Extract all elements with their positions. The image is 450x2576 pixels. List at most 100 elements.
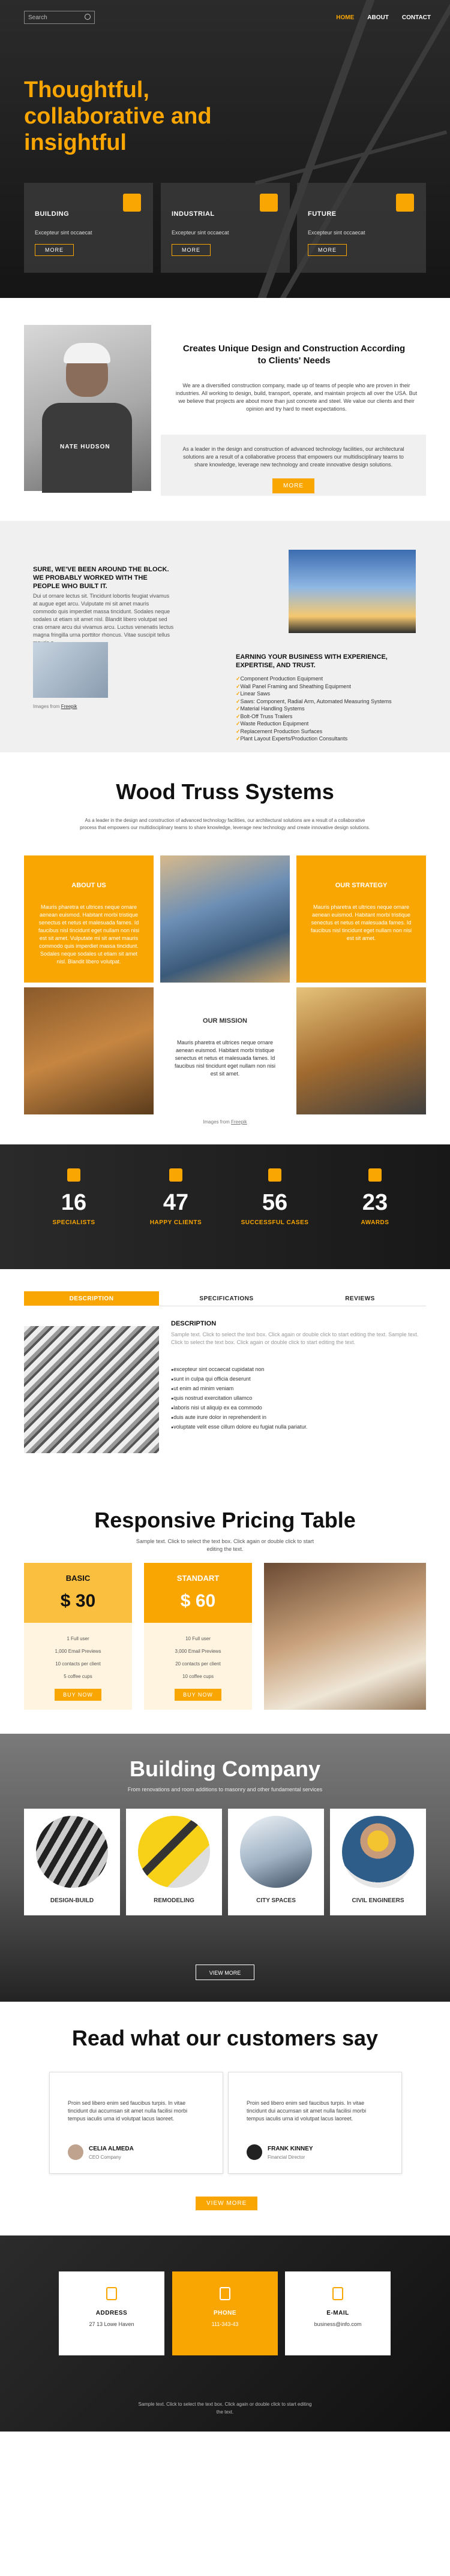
service-label: REMODELING — [154, 1897, 194, 1904]
pricing-title: Responsive Pricing Table — [94, 1508, 356, 1532]
contact-value[interactable]: business@info.com — [285, 2321, 391, 2327]
list-item: Saws: Component, Radial Arm, Automated M… — [236, 698, 392, 706]
hero-card-future: FUTURE Excepteur sint occaecat MORE — [297, 183, 426, 273]
list-item: Waste Reduction Equipment — [236, 720, 392, 728]
plan-price: $ 30 — [60, 1591, 96, 1611]
about-section: NATE HUDSON Creates Unique Design and Co… — [0, 298, 450, 521]
wood-title: Wood Truss Systems — [116, 779, 334, 804]
plan-features: 10 Full user 3,000 Email Previews 20 con… — [144, 1632, 252, 1683]
plan-feature: 5 coffee cups — [64, 1674, 92, 1679]
list-item: voluptate velit esse cillum dolore eu fu… — [171, 1423, 307, 1432]
equipment-list: Component Production Equipment Wall Pane… — [236, 675, 392, 743]
plan-features: 1 Full user 1,000 Email Previews 10 cont… — [24, 1632, 132, 1683]
description-title: DESCRIPTION — [171, 1320, 217, 1327]
freepik-link[interactable]: Freepik — [61, 704, 77, 709]
industrial-icon — [260, 194, 278, 212]
tab-reviews[interactable]: REVIEWS — [294, 1291, 426, 1306]
list-item: Replacement Production Surfaces — [236, 728, 392, 736]
contact-value[interactable]: 111-343-43 — [172, 2321, 278, 2327]
card-title: OUR MISSION — [203, 1017, 247, 1025]
tab-bar: DESCRIPTION SPECIFICATIONS REVIEWS — [24, 1291, 426, 1306]
view-more-button[interactable]: VIEW MORE — [196, 2197, 258, 2210]
location-icon — [106, 2287, 117, 2300]
stat-cases: 56 SUCCESSFUL CASES — [219, 1168, 331, 1226]
hard-hat — [64, 343, 110, 363]
buy-now-button[interactable]: BUY NOW — [175, 1689, 221, 1701]
service-design-build[interactable]: DESIGN-BUILD — [24, 1809, 120, 1915]
contact-value: 27 13 Lowe Haven — [89, 2321, 134, 2327]
woodwork-photo — [24, 987, 154, 1114]
more-button[interactable]: MORE — [172, 244, 211, 256]
list-item: Material Handling Systems — [236, 705, 392, 713]
plan-feature: 3,000 Email Previews — [175, 1649, 221, 1654]
stat-label: SUCCESSFUL CASES — [241, 1219, 309, 1226]
company-title: Building Company — [130, 1756, 320, 1781]
view-more-button[interactable]: VIEW MORE — [196, 1965, 254, 1980]
description-text: Sample text. Click to select the text bo… — [171, 1331, 419, 1345]
service-image — [342, 1816, 414, 1888]
card-title: OUR STRATEGY — [335, 882, 388, 889]
images-credit: Images from Freepik — [0, 1119, 450, 1125]
wood-truss-section: Wood Truss Systems As a leader in the de… — [0, 752, 450, 1144]
stat-number: 16 — [61, 1190, 87, 1215]
more-button[interactable]: MORE — [308, 244, 347, 256]
avatar — [247, 2144, 262, 2160]
nav-contact[interactable]: CONTACT — [402, 14, 431, 21]
credit-label: Images from — [33, 704, 60, 709]
company-section: Building Company From renovations and ro… — [0, 1734, 450, 2002]
pricing-section: Responsive Pricing Table Sample text. Cl… — [0, 1479, 450, 1734]
list-item: Component Production Equipment — [236, 675, 392, 683]
tab-description[interactable]: DESCRIPTION — [24, 1291, 159, 1306]
service-civil-engineers[interactable]: CIVIL ENGINEERS — [330, 1809, 426, 1915]
engineer-photo: NATE HUDSON — [24, 325, 151, 493]
list-heading: EARNING YOUR BUSINESS WITH EXPERIENCE, E… — [236, 653, 388, 669]
search-icon[interactable] — [85, 14, 91, 20]
hero-section: Search HOME ABOUT CONTACT Thoughtful, co… — [0, 0, 450, 298]
avatar — [68, 2144, 83, 2160]
testimonial-role: Financial Director — [268, 2155, 305, 2160]
testimonial-card: Proin sed libero enim sed faucibus turpi… — [228, 2072, 402, 2174]
freepik-link[interactable]: Freepik — [231, 1119, 247, 1125]
service-remodeling[interactable]: REMODELING — [126, 1809, 222, 1915]
nav-home[interactable]: HOME — [336, 14, 354, 21]
plan-feature: 10 coffee cups — [182, 1674, 214, 1679]
testimonial-role: CEO Company — [89, 2155, 121, 2160]
list-item: excepteur sint occaecat cupidatat non — [171, 1365, 307, 1375]
about-heading: Creates Unique Design and Construction A… — [182, 344, 406, 366]
more-button[interactable]: MORE — [35, 244, 74, 256]
testimonial-name: CELIA ALMEDA — [89, 2146, 134, 2152]
list-item: Linear Saws — [236, 690, 392, 698]
hero-card-desc: Excepteur sint occaecat — [35, 230, 92, 236]
search-placeholder: Search — [28, 14, 47, 21]
strategy-card: OUR STRATEGY Mauris pharetra et ultrices… — [296, 855, 426, 983]
hero-card-desc: Excepteur sint occaecat — [172, 230, 229, 236]
main-nav: HOME ABOUT CONTACT — [336, 14, 431, 21]
award-icon — [368, 1168, 382, 1182]
building-icon — [123, 194, 141, 212]
tabs-section: DESCRIPTION SPECIFICATIONS REVIEWS DESCR… — [0, 1269, 450, 1479]
contact-address: ADDRESS 27 13 Lowe Haven — [59, 2271, 164, 2355]
search-input[interactable]: Search — [24, 11, 95, 24]
plan-price: $ 60 — [180, 1591, 216, 1611]
description-list: excepteur sint occaecat cupidatat non su… — [171, 1365, 307, 1432]
stat-label: HAPPY CLIENTS — [149, 1219, 202, 1226]
pricing-card-head: BASIC $ 30 — [24, 1563, 132, 1623]
plan-name: BASIC — [65, 1574, 91, 1583]
pricing-card-head: STANDART $ 60 — [144, 1563, 252, 1623]
credit-label: Images from — [203, 1119, 230, 1125]
more-button[interactable]: MORE — [272, 478, 314, 493]
testimonials-section: Read what our customers say Proin sed li… — [0, 2002, 450, 2235]
tab-specifications[interactable]: SPECIFICATIONS — [159, 1291, 294, 1306]
service-city-spaces[interactable]: CITY SPACES — [228, 1809, 324, 1915]
email-icon — [332, 2287, 343, 2300]
stat-label: AWARDS — [361, 1219, 389, 1226]
hero-card-building: BUILDING Excepteur sint occaecat MORE — [24, 183, 153, 273]
nav-about[interactable]: ABOUT — [367, 14, 389, 21]
buy-now-button[interactable]: BUY NOW — [55, 1689, 101, 1701]
pricing-card-standart: STANDART $ 60 10 Full user 3,000 Email P… — [144, 1563, 252, 1710]
specialists-icon — [67, 1168, 80, 1182]
truss-worker-photo — [160, 855, 290, 983]
contact-title: E-MAIL — [326, 2310, 349, 2316]
list-item: Wall Panel Framing and Sheathing Equipme… — [236, 683, 392, 691]
hero-card-industrial: INDUSTRIAL Excepteur sint occaecat MORE — [161, 183, 290, 273]
